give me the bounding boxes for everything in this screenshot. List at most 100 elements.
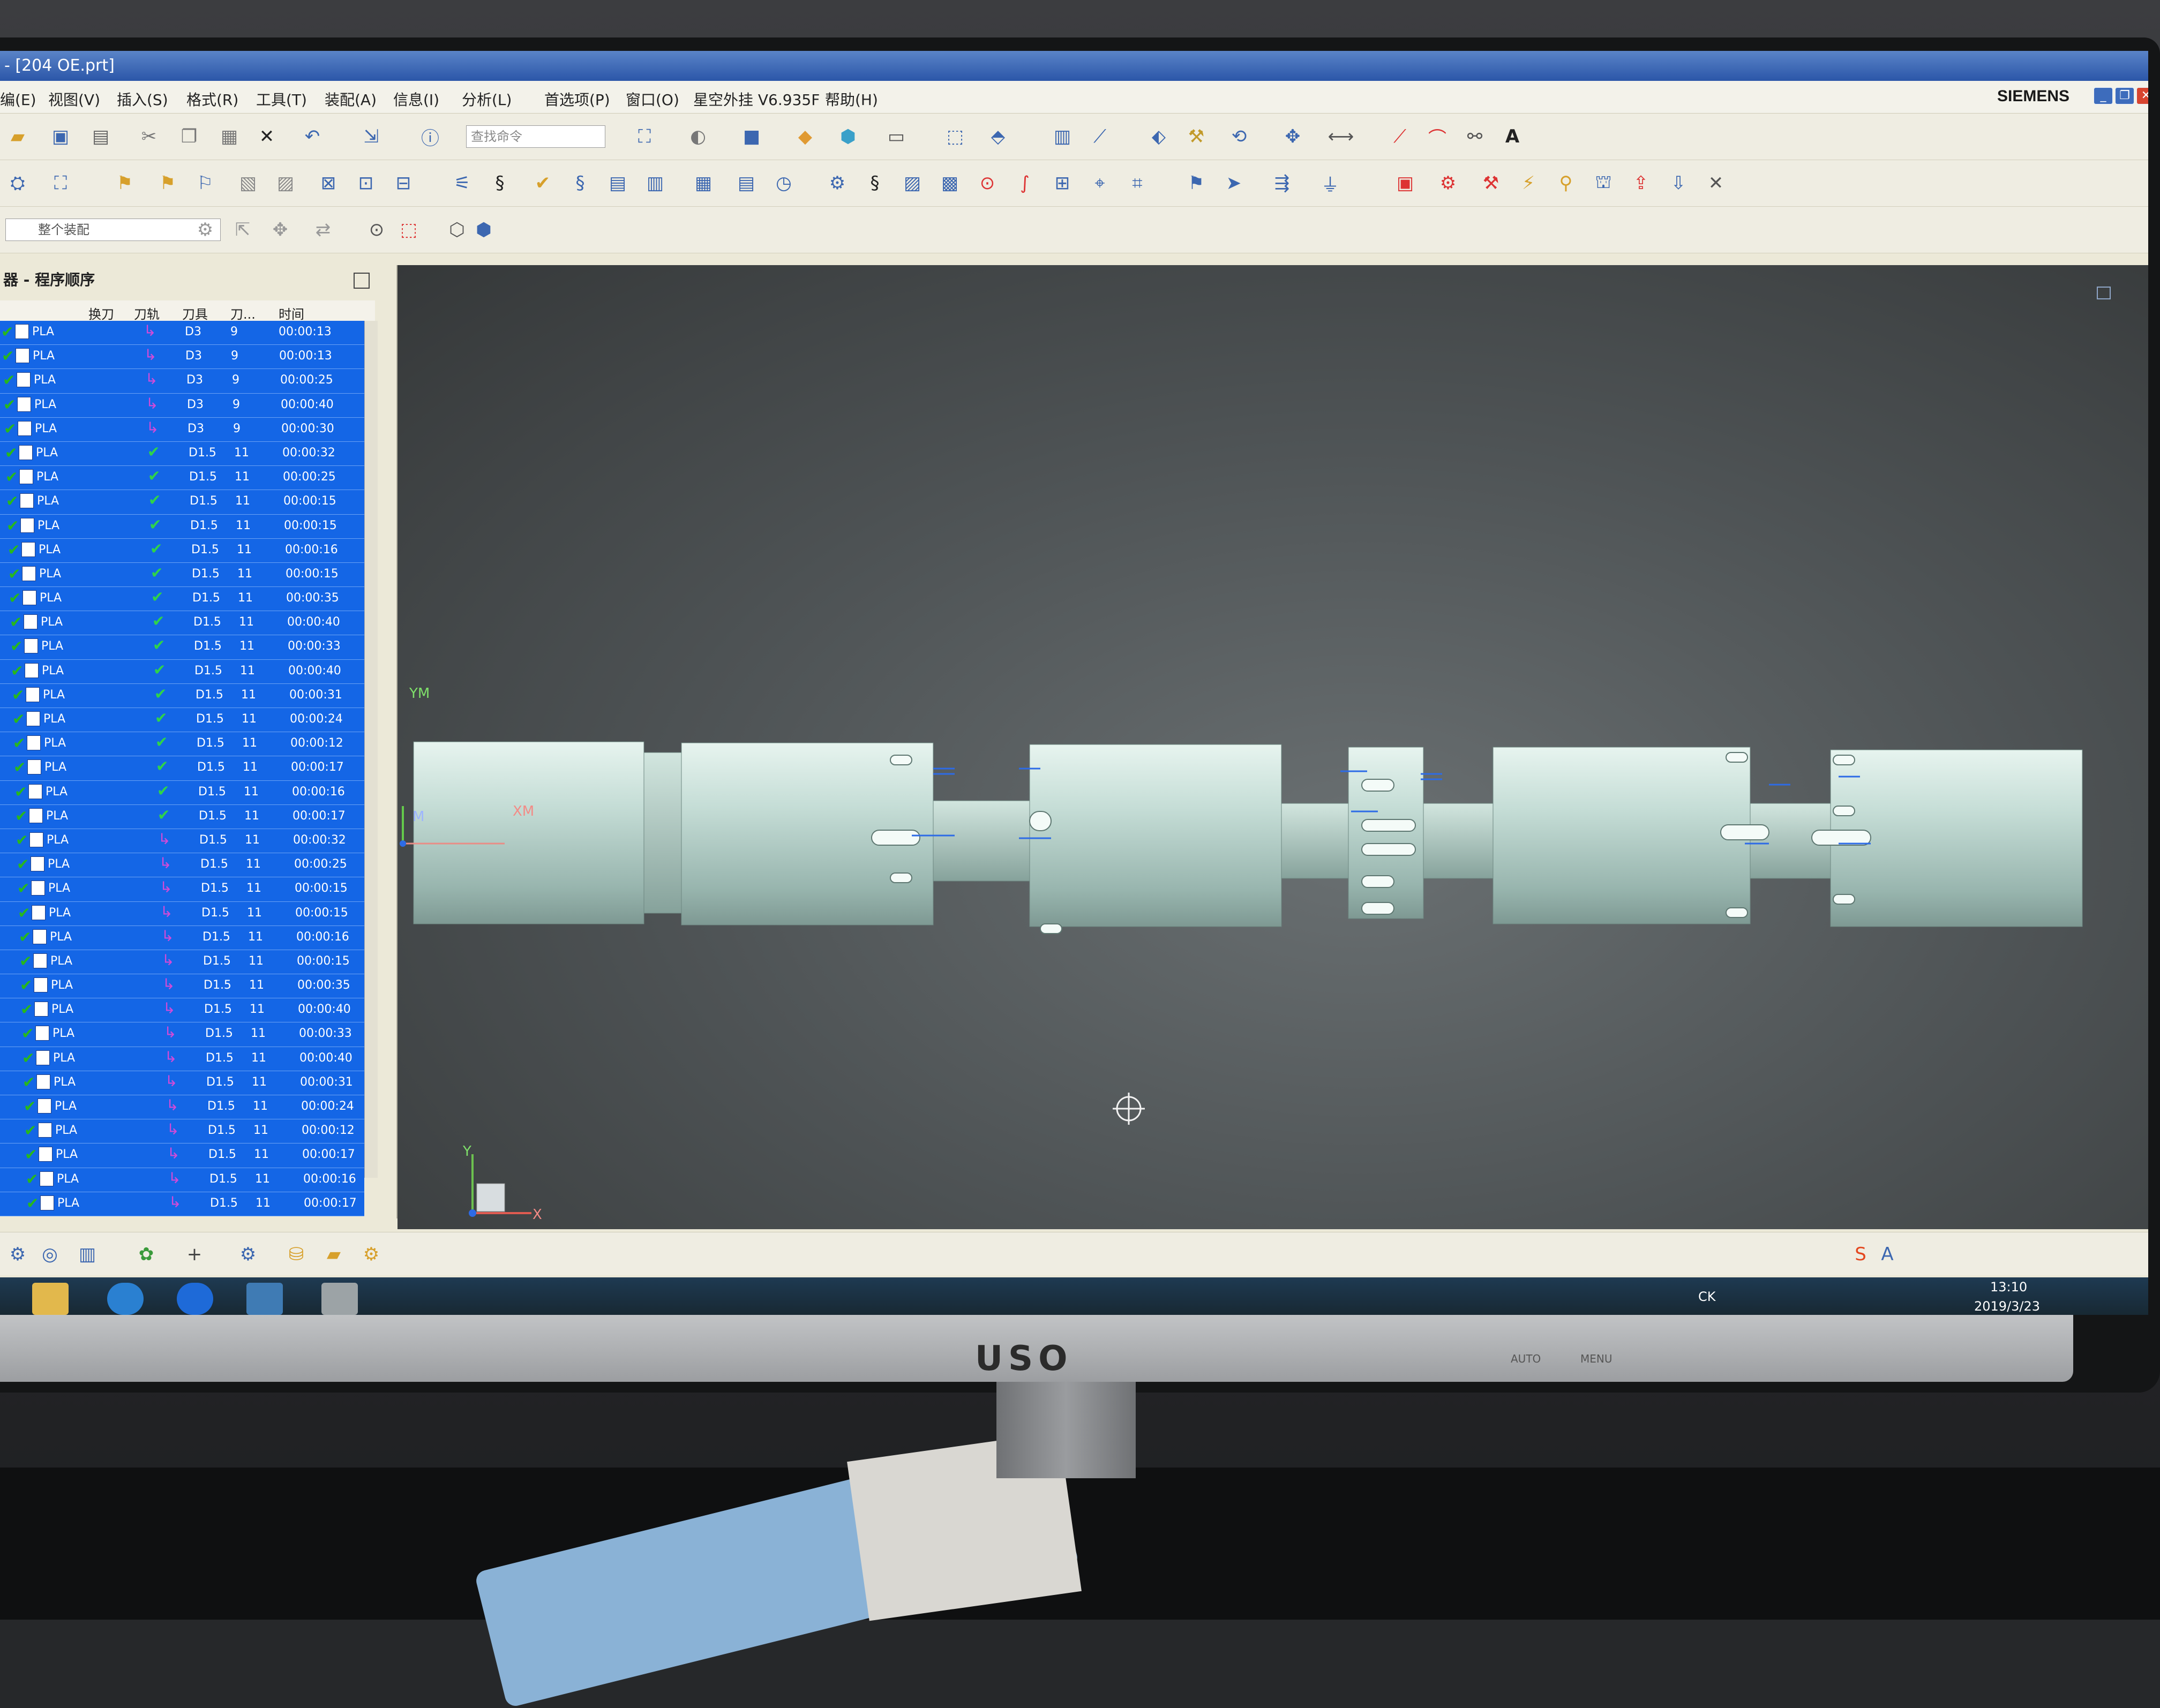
operation-row[interactable]: ✔ PLA ↳ D1.5 11 00:00:32	[0, 829, 364, 854]
menu-insert[interactable]: 插入(S)	[117, 88, 168, 110]
operation-row[interactable]: ✔ PLA ↳ D3 9 00:00:30	[0, 417, 364, 442]
select-filter-icon[interactable]: ⇲	[359, 124, 384, 149]
create-operation-icon[interactable]: ▨	[273, 171, 298, 195]
operation-row[interactable]: ✔ PLA ↳ D3 9 00:00:13	[0, 321, 364, 345]
shade-icon[interactable]: ◐	[686, 124, 710, 149]
drill-icon[interactable]: ⚡	[1516, 171, 1541, 195]
export-icon[interactable]: ⇪	[1629, 171, 1653, 195]
assembly-tool-icon[interactable]: ⚙	[193, 217, 218, 242]
menu-preferences[interactable]: 首选项(P)	[544, 88, 610, 110]
operation-row[interactable]: ✔ PLA ✔ D1.5 11 00:00:33	[0, 635, 364, 660]
object-icon[interactable]: ⚙	[825, 171, 850, 195]
replay-icon[interactable]: §	[488, 171, 512, 195]
operation-row[interactable]: ✔ PLA ↳ D1.5 11 00:00:25	[0, 853, 364, 878]
machine-tool-icon[interactable]: ⊡	[354, 171, 378, 195]
chart-icon[interactable]: ▥	[75, 1242, 100, 1267]
move-component-icon[interactable]: ✥	[268, 217, 292, 242]
operation-row[interactable]: ✔ PLA ↳ D1.5 11 00:00:16	[0, 1168, 364, 1192]
operation-row[interactable]: ✔ PLA ✔ D1.5 11 00:00:25	[0, 466, 364, 491]
program-order-icon[interactable]: ⊠	[316, 171, 341, 195]
grid-icon[interactable]: ▥	[1050, 124, 1075, 149]
operation-row[interactable]: ✔ PLA ✔ D1.5 11 00:00:35	[0, 587, 364, 612]
move-icon[interactable]: ⇶	[1270, 171, 1294, 195]
flag-icon[interactable]: ⚑	[1184, 171, 1209, 195]
browser-icon[interactable]	[107, 1283, 144, 1315]
mill-icon[interactable]: ⛫	[1591, 171, 1616, 195]
operation-row[interactable]: ✔ PLA ✔ D1.5 11 00:00:31	[0, 683, 364, 708]
col-tool-change[interactable]: 换刀	[88, 304, 114, 322]
graphics-viewport[interactable]: YM XM M Y X	[398, 265, 2148, 1229]
operation-row[interactable]: ✔ PLA ↳ D3 9 00:00:13	[0, 345, 364, 370]
ime-toolbar-icon[interactable]: A	[1875, 1242, 1900, 1267]
cancel-icon[interactable]: ✕	[1704, 171, 1728, 195]
menu-analysis[interactable]: 分析(L)	[462, 88, 512, 110]
operation-row[interactable]: ✔ PLA ↳ D1.5 11 00:00:17	[0, 1192, 364, 1216]
menu-format[interactable]: 格式(R)	[186, 88, 238, 110]
operation-row[interactable]: ✔ PLA ✔ D1.5 11 00:00:15	[0, 490, 364, 515]
point-icon[interactable]: ⊙	[364, 217, 389, 242]
model-icon[interactable]: ⬢	[836, 124, 860, 149]
command-search-input[interactable]: 查找命令	[466, 125, 605, 148]
operation-row[interactable]: ✔ PLA ↳ D1.5 11 00:00:16	[0, 926, 364, 950]
operation-row[interactable]: ✔ PLA ↳ D1.5 11 00:00:33	[0, 1022, 364, 1047]
wrench-icon[interactable]: ⚒	[1184, 124, 1209, 149]
tool-icon[interactable]: ⚒	[1479, 171, 1503, 195]
operation-row[interactable]: ✔ PLA ↳ D1.5 11 00:00:24	[0, 1095, 364, 1120]
operation-row[interactable]: ✔ PLA ✔ D1.5 11 00:00:32	[0, 441, 364, 466]
add-icon[interactable]: +	[182, 1242, 207, 1267]
k-app-icon[interactable]	[177, 1283, 213, 1315]
nx-app-icon[interactable]	[246, 1283, 283, 1315]
output-cls-icon[interactable]: ▥	[643, 171, 668, 195]
operation-row[interactable]: ✔ PLA ✔ D1.5 11 00:00:40	[0, 611, 364, 636]
tilt-icon[interactable]: ⏚	[1318, 171, 1342, 196]
wcs-icon[interactable]: ⌖	[1088, 171, 1112, 195]
operation-row[interactable]: ✔ PLA ↳ D3 9 00:00:40	[0, 393, 364, 418]
settings-icon[interactable]: ⚙	[1436, 171, 1460, 195]
text-icon[interactable]: A	[1500, 124, 1525, 149]
cut-icon[interactable]: ✂	[137, 124, 161, 149]
layer-settings-icon[interactable]: ⚙	[5, 1242, 30, 1267]
copy-icon[interactable]: ❐	[177, 124, 201, 149]
datum-icon[interactable]: ⚙	[236, 1242, 260, 1267]
operation-row[interactable]: ✔ PLA ↳ D1.5 11 00:00:31	[0, 1071, 364, 1095]
operation-row[interactable]: ✔ PLA ↳ D1.5 11 00:00:40	[0, 1047, 364, 1071]
view-3d-icon[interactable]: ⬡	[445, 217, 469, 242]
menu-tools[interactable]: 工具(T)	[256, 88, 307, 110]
circle-icon[interactable]: ⊙	[975, 171, 1000, 195]
part-icon[interactable]: ▩	[938, 171, 962, 195]
verify-icon[interactable]: ✔	[530, 171, 555, 195]
rectangle-icon[interactable]: ▭	[884, 124, 909, 149]
postprocess-icon[interactable]: §	[568, 171, 592, 195]
restore-button[interactable]: ❐	[2115, 87, 2134, 104]
delete-icon[interactable]: ✕	[254, 124, 279, 149]
create-program-icon[interactable]: ⚑	[112, 171, 137, 195]
menu-assembly[interactable]: 装配(A)	[325, 88, 377, 110]
transform-icon[interactable]: ⟲	[1227, 124, 1251, 149]
shop-doc-icon[interactable]: ▤	[605, 171, 630, 195]
operation-row[interactable]: ✔ PLA ✔ D1.5 11 00:00:17	[0, 804, 364, 829]
operation-row[interactable]: ✔ PLA ↳ D1.5 11 00:00:12	[0, 1119, 364, 1144]
generate-toolpath-icon[interactable]: ⚟	[450, 171, 475, 195]
operation-row[interactable]: ✔ PLA ↳ D1.5 11 00:00:15	[0, 877, 364, 902]
report-icon[interactable]: ▤	[734, 171, 759, 195]
menu-plugin[interactable]: 星空外挂 V6.935F	[693, 88, 820, 110]
lamp-icon[interactable]: ⚲	[1554, 171, 1578, 195]
visible-icon[interactable]: ◎	[38, 1242, 62, 1267]
curve-icon[interactable]: ∫	[1012, 171, 1037, 195]
gear-icon[interactable]: ⚙	[359, 1242, 384, 1267]
panda-app-icon[interactable]	[321, 1283, 358, 1315]
col-toolpath[interactable]: 刀轨	[134, 304, 160, 322]
line-icon[interactable]: ⟋	[1388, 124, 1412, 149]
measure-icon[interactable]: ⬖	[1146, 124, 1171, 149]
operation-row[interactable]: ✔ PLA ✔ D1.5 11 00:00:40	[0, 659, 364, 684]
close-button[interactable]: ✕	[2136, 87, 2148, 104]
operation-row[interactable]: ✔ PLA ✔ D1.5 11 00:00:12	[0, 732, 364, 757]
operation-row[interactable]: ✔ PLA ✔ D1.5 11 00:00:16	[0, 538, 364, 563]
note-icon[interactable]: ⚯	[1462, 124, 1487, 149]
create-geometry-icon[interactable]: ⚐	[193, 171, 218, 195]
clock-icon[interactable]: ◷	[771, 171, 796, 195]
operation-row[interactable]: ✔ PLA ↳ D1.5 11 00:00:35	[0, 974, 364, 999]
operation-row[interactable]: ✔ PLA ✔ D1.5 11 00:00:15	[0, 562, 364, 588]
color-icon[interactable]: ✿	[134, 1242, 159, 1267]
create-tool-icon[interactable]: ⚑	[155, 171, 180, 195]
